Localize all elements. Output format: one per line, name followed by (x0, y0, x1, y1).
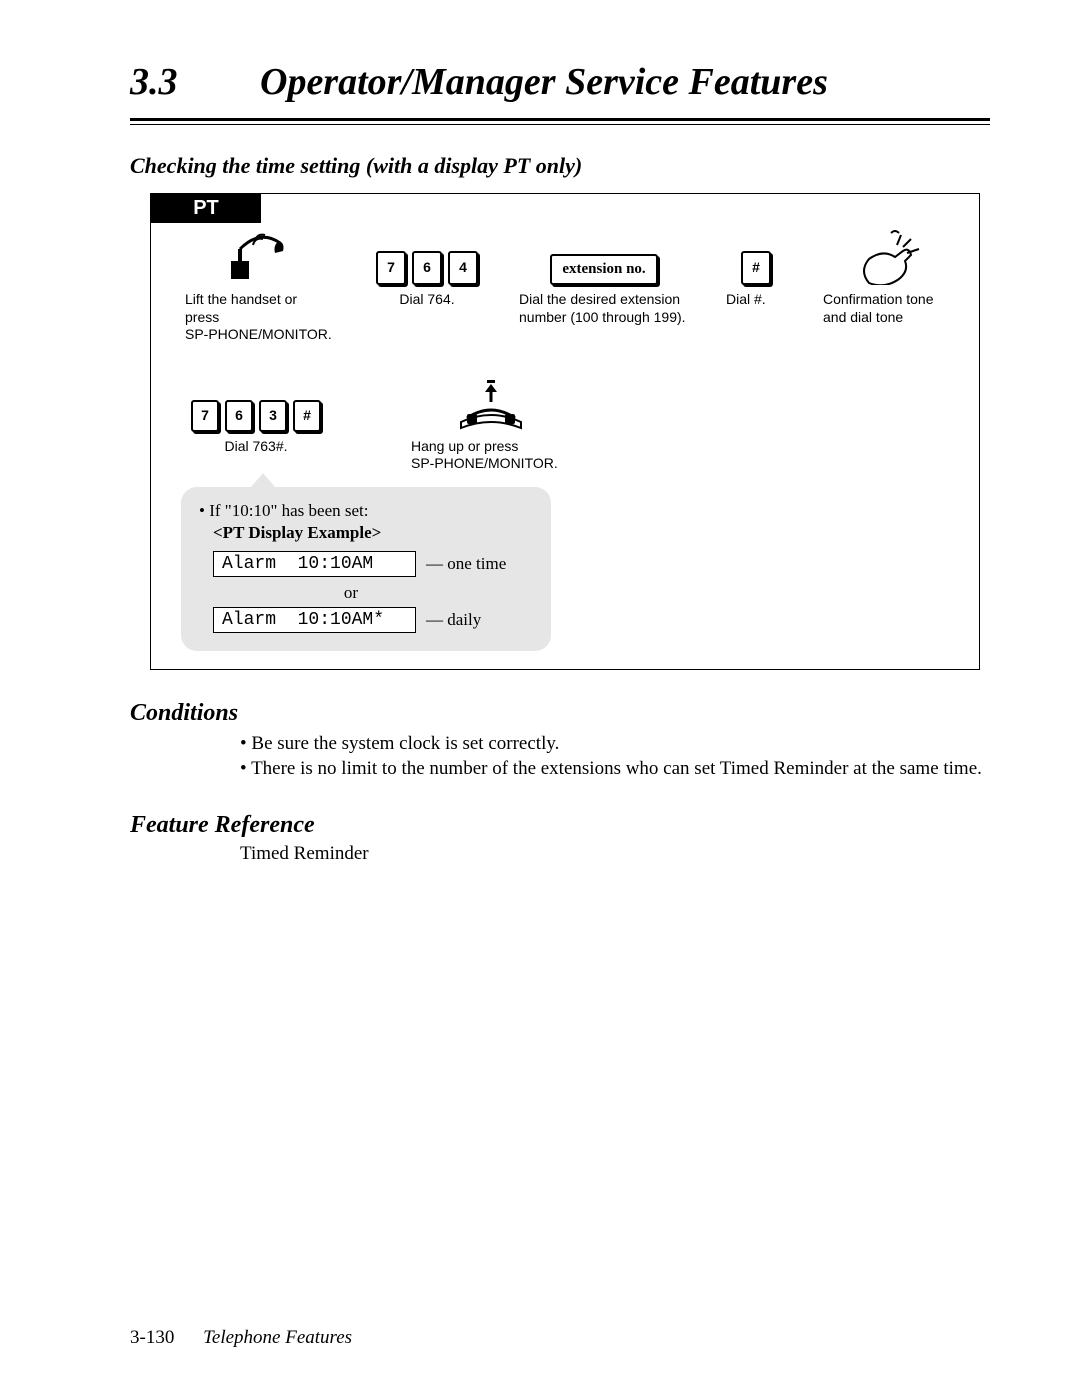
step-confirmation-tone: Confirmation tone and dial tone (823, 229, 953, 344)
keys-icon: 7 6 3 # (191, 376, 321, 432)
display-box: Alarm 10:10AM (213, 551, 416, 577)
step-caption: Dial 763#. (181, 438, 331, 456)
bubble-intro: If "10:10" has been set: (199, 501, 533, 521)
step-caption: Confirmation tone and dial tone (823, 291, 953, 326)
feature-reference-text: Timed Reminder (240, 843, 990, 865)
list-item: Be sure the system clock is set correctl… (240, 731, 990, 757)
step-dial-764: 7 6 4 Dial 764. (372, 229, 482, 344)
section-header: 3.3 Operator/Manager Service Features (130, 60, 990, 114)
procedure-row-1: Lift the handset or press SP-PHONE/MONIT… (151, 223, 979, 348)
step-dial-hash: # Dial #. (726, 229, 786, 344)
display-note: — daily (426, 610, 481, 630)
key-7: 7 (376, 251, 406, 285)
key-6: 6 (225, 400, 253, 432)
key-icon: # (741, 229, 771, 285)
key-6: 6 (412, 251, 442, 285)
step-caption: Dial #. (726, 291, 786, 309)
key-hash: # (741, 251, 771, 285)
tone-icon (851, 229, 925, 285)
key-4: 4 (448, 251, 478, 285)
onhook-icon (451, 376, 531, 432)
display-row-2: Alarm 10:10AM* — daily (213, 607, 533, 633)
bubble-body: If "10:10" has been set: <PT Display Exa… (181, 487, 551, 651)
page-number: 3-130 (130, 1327, 174, 1348)
extension-entry-box: extension no. (550, 254, 657, 285)
subheading: Checking the time setting (with a displa… (130, 153, 990, 179)
double-rule (130, 118, 990, 125)
step-caption: Lift the handset or press SP-PHONE/MONIT… (185, 291, 335, 344)
key-hash: # (293, 400, 321, 432)
key-7: 7 (191, 400, 219, 432)
display-box: Alarm 10:10AM* (213, 607, 416, 633)
step-offhook: Lift the handset or press SP-PHONE/MONIT… (185, 229, 335, 344)
conditions-list: Be sure the system clock is set correctl… (240, 731, 990, 782)
section-title: Operator/Manager Service Features (260, 60, 828, 104)
bubble-title: <PT Display Example> (213, 523, 533, 543)
page: 3.3 Operator/Manager Service Features Ch… (0, 0, 1080, 1397)
key-3: 3 (259, 400, 287, 432)
display-row-1: Alarm 10:10AM — one time (213, 551, 533, 577)
feature-reference-heading: Feature Reference (130, 812, 990, 839)
step-caption: Hang up or press SP-PHONE/MONITOR. (411, 438, 571, 473)
display-example-bubble: If "10:10" has been set: <PT Display Exa… (181, 487, 551, 651)
extension-box-icon: extension no. (550, 229, 657, 285)
section-number: 3.3 (130, 60, 190, 104)
display-or: or (169, 583, 533, 603)
procedure-row-2: 7 6 3 # Dial 763#. (151, 348, 979, 477)
step-caption: Dial 764. (372, 291, 482, 309)
step-caption: Dial the desired extension number (100 t… (519, 291, 689, 326)
pt-tab: PT (151, 194, 261, 223)
step-dial-763hash: 7 6 3 # Dial 763#. (181, 376, 331, 456)
bubble-pointer-icon (251, 473, 275, 487)
page-footer: 3-130 Telephone Features (130, 1327, 352, 1349)
conditions-heading: Conditions (130, 700, 990, 727)
keys-icon: 7 6 4 (376, 229, 478, 285)
display-note: — one time (426, 554, 506, 574)
offhook-icon (225, 229, 295, 285)
step-extension: extension no. Dial the desired extension… (519, 229, 689, 344)
step-onhook: Hang up or press SP-PHONE/MONITOR. (411, 376, 571, 473)
procedure-box: PT Lift the handset or press SP-PH (150, 193, 980, 670)
footer-label: Telephone Features (203, 1327, 352, 1348)
list-item: There is no limit to the number of the e… (240, 756, 990, 782)
